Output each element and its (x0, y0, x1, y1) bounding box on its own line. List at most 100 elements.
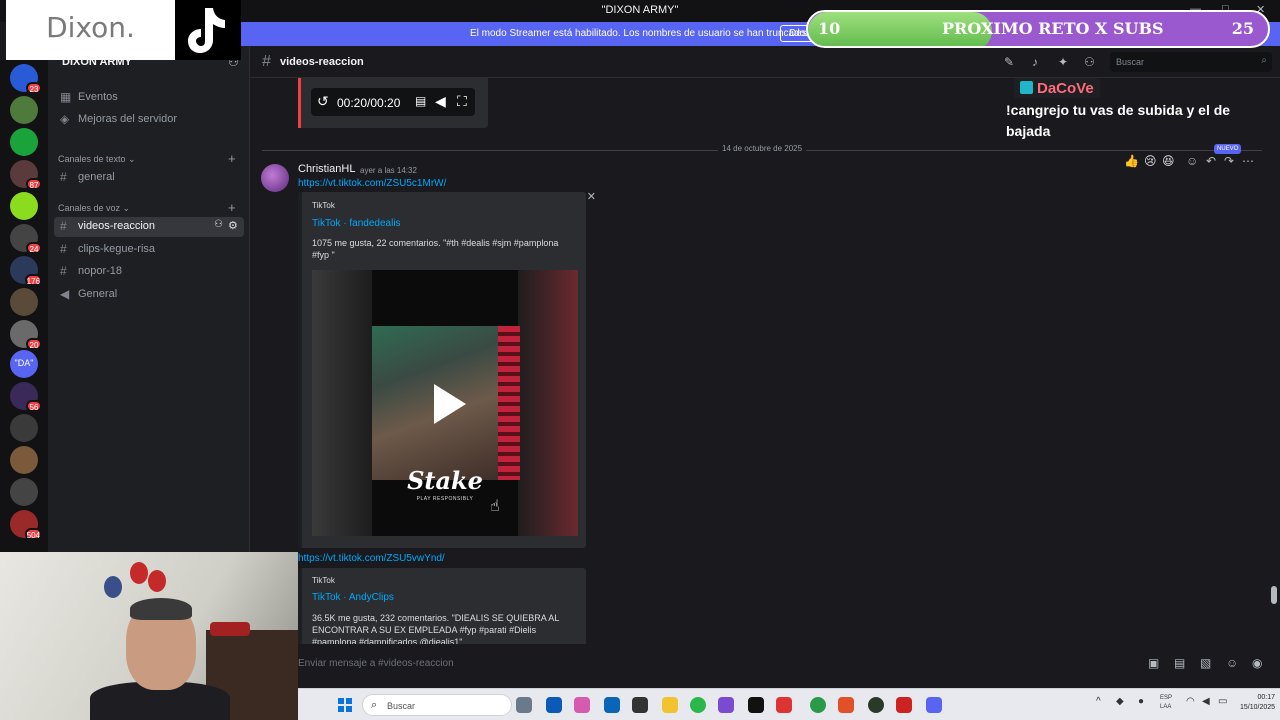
taskbar-search-placeholder: Buscar (387, 701, 416, 711)
embed-title[interactable]: TikTok · AndyClips (312, 592, 394, 603)
battery-icon[interactable]: ▭ (1218, 696, 1227, 707)
app-icon[interactable] (718, 697, 734, 713)
embed-provider: TikTok (312, 576, 335, 585)
windows-start-icon[interactable] (338, 698, 352, 712)
channel-general[interactable]: # general (54, 168, 244, 188)
server-icon[interactable] (10, 446, 38, 474)
subs-goal-bar: 10 PROXIMO RETO X SUBS 25 (806, 10, 1270, 48)
server-icon[interactable]: 87 (10, 160, 42, 190)
stream-chat-username: DaCoVe (1037, 80, 1094, 97)
play-icon[interactable] (434, 384, 466, 424)
emoji-sad-icon[interactable]: 😢 (1144, 154, 1157, 168)
sticker-icon[interactable]: ▧ (1200, 656, 1211, 670)
video-stripes (498, 326, 520, 480)
hashtag-icon: # (60, 170, 67, 184)
tray-app-icon[interactable]: ◆ (1116, 696, 1124, 707)
server-icon[interactable]: 504 (10, 510, 42, 540)
message-composer[interactable]: Enviar mensaje a #videos-reaccion ▣ ▤ ▧ … (298, 652, 1276, 676)
fullscreen-icon[interactable]: ⛶ (457, 93, 467, 110)
server-icon[interactable]: "DA" (10, 350, 38, 378)
server-icon[interactable] (10, 96, 38, 124)
server-icon[interactable]: 20 (10, 320, 42, 350)
message-link[interactable]: https://vt.tiktok.com/ZSU5c1MrW/ (298, 178, 446, 189)
avatar[interactable] (261, 164, 289, 192)
tray-chevron-icon[interactable]: ^ (1096, 696, 1101, 707)
audio-attachment: ↺ 00:20/00:20 ▤ ◀ ⛶ (298, 78, 488, 128)
bell-icon[interactable]: ♪ (1032, 55, 1038, 69)
more-icon[interactable]: ⋯ (1242, 154, 1254, 168)
emoji-laugh-icon[interactable]: 😆 (1162, 154, 1175, 168)
replay-icon[interactable]: ↺ (317, 93, 329, 110)
server-icon[interactable]: 56 (10, 382, 42, 412)
sidebar-item-label: Mejoras del servidor (78, 113, 178, 125)
chrome-icon[interactable] (810, 697, 826, 713)
wifi-icon[interactable]: ◠ (1186, 696, 1195, 707)
audio-player[interactable]: ↺ 00:20/00:20 ▤ ◀ ⛶ (311, 88, 475, 116)
server-icon[interactable] (10, 192, 38, 220)
captions-icon[interactable]: ▤ (415, 94, 426, 108)
tray-app-icon[interactable]: ● (1138, 696, 1144, 707)
gif-icon[interactable]: ▤ (1174, 656, 1185, 670)
category-text-channels[interactable]: Canales de texto ⌄ (58, 154, 136, 165)
scrollbar-thumb[interactable] (1271, 586, 1277, 604)
whatsapp-icon[interactable] (690, 697, 706, 713)
server-icon[interactable] (10, 478, 38, 506)
sidebar-item-eventos[interactable]: ▦ Eventos (54, 88, 244, 108)
pin-icon[interactable]: ✦ (1058, 55, 1068, 69)
sidebar-item-mejoras[interactable]: ◈ Mejoras del servidor (54, 110, 244, 130)
volume-icon[interactable]: ◀ (1202, 696, 1210, 707)
forward-icon[interactable]: ↷ (1224, 154, 1234, 168)
members-icon[interactable]: ⚇ (1084, 55, 1095, 69)
taskbar-search[interactable]: ⌕ Buscar (362, 694, 512, 716)
server-icon[interactable]: 176 (10, 256, 42, 286)
add-reaction-icon[interactable]: ☺ (1186, 154, 1198, 168)
discord-icon[interactable] (926, 697, 942, 713)
brave-icon[interactable] (838, 697, 854, 713)
app-icon[interactable] (776, 697, 792, 713)
search-input[interactable]: Buscar ⌕ (1110, 52, 1272, 72)
copilot-icon[interactable] (574, 697, 590, 713)
app-icon[interactable] (632, 697, 648, 713)
server-icon[interactable]: 24 (10, 224, 42, 254)
task-view-icon[interactable] (516, 697, 532, 713)
add-member-icon[interactable]: ⚇ (214, 219, 223, 230)
message-link[interactable]: https://vt.tiktok.com/ZSU5vwYnd/ (298, 553, 445, 564)
add-voice-channel-icon[interactable]: + (228, 200, 236, 215)
server-icon[interactable]: 23 (10, 64, 42, 94)
channel-clips-kegue-risa[interactable]: # clips-kegue-risa (54, 240, 244, 260)
add-text-channel-icon[interactable]: + (228, 151, 236, 166)
emoji-icon[interactable]: ☺ (1226, 656, 1238, 670)
file-explorer-icon[interactable] (662, 697, 678, 713)
mention-badge: 56 (26, 400, 42, 412)
channel-nopor-18[interactable]: # nopor-18 (54, 262, 244, 282)
taskbar-clock[interactable]: 00:17 15/10/2025 (1240, 693, 1275, 713)
gift-icon[interactable]: ▣ (1148, 656, 1159, 670)
gear-icon[interactable]: ⚙ (228, 219, 238, 232)
apps-icon[interactable]: ◉ (1252, 656, 1262, 670)
obs-icon[interactable] (896, 697, 912, 713)
message-time: ayer a las 14:32 (360, 166, 417, 175)
outlook-icon[interactable] (604, 697, 620, 713)
channel-label: general (78, 171, 115, 183)
server-icon[interactable] (10, 128, 38, 156)
edge-icon[interactable] (546, 697, 562, 713)
app-icon[interactable] (868, 697, 884, 713)
channel-videos-reaccion[interactable]: # videos-reaccion ⚇ ⚙ (54, 217, 244, 237)
video-preview[interactable]: Stake PLAY RESPONSIBLY (312, 270, 578, 536)
server-icon[interactable] (10, 414, 38, 442)
category-voice-channels[interactable]: Canales de voz ⌄ (58, 203, 130, 214)
stream-chat-user: DaCoVe (1014, 78, 1100, 98)
volume-icon[interactable]: ◀ (435, 93, 446, 110)
tiktok-icon (1020, 81, 1033, 94)
hashtag-icon: # (60, 264, 67, 278)
embed-title[interactable]: TikTok · fandedealis (312, 218, 401, 229)
thumbs-up-icon[interactable]: 👍 (1124, 154, 1139, 168)
message-author[interactable]: ChristianHL (298, 163, 355, 175)
server-icon[interactable] (10, 288, 38, 316)
threads-icon[interactable]: ✎ (1004, 55, 1014, 69)
language-indicator[interactable]: ESP LAA (1160, 694, 1172, 712)
reply-icon[interactable]: ↶ (1206, 154, 1216, 168)
tiktok-icon[interactable] (748, 697, 764, 713)
channel-general-voice[interactable]: ◀ General (54, 285, 244, 305)
close-embed-icon[interactable]: ✕ (587, 190, 596, 203)
